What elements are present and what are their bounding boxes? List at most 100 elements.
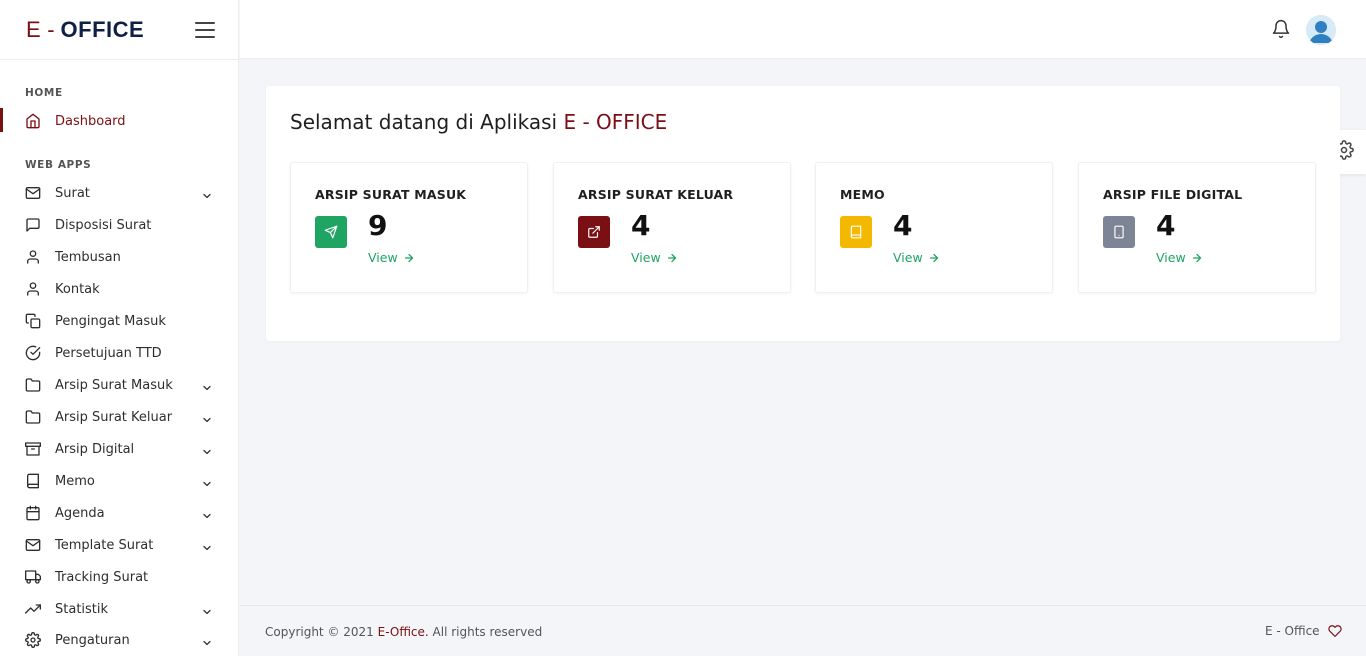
copyright-text: Copyright © 2021 E-Office. All rights re… bbox=[265, 625, 542, 639]
stat-card-arsip-surat-keluar: ARSIP SURAT KELUAR 4 View bbox=[553, 162, 791, 293]
calendar-icon bbox=[25, 505, 41, 521]
tablet-icon bbox=[1103, 216, 1135, 248]
stat-card-arsip-surat-masuk: ARSIP SURAT MASUK 9 View bbox=[290, 162, 528, 293]
archive-icon bbox=[25, 441, 41, 457]
sidebar-item-surat[interactable]: Surat bbox=[0, 177, 239, 209]
stat-title: ARSIP SURAT KELUAR bbox=[578, 187, 734, 202]
sidebar-item-arsip-surat-keluar[interactable]: Arsip Surat Keluar bbox=[0, 401, 239, 433]
sidebar-item-label: Pengaturan bbox=[55, 632, 130, 648]
chevron-down-icon bbox=[201, 443, 213, 455]
view-link[interactable]: View bbox=[1156, 250, 1203, 265]
send-icon bbox=[315, 216, 347, 248]
message-square-icon bbox=[25, 217, 41, 233]
stat-title: ARSIP FILE DIGITAL bbox=[1103, 187, 1243, 202]
sidebar-item-kontak[interactable]: Kontak bbox=[0, 273, 239, 305]
sidebar-item-template-surat[interactable]: Template Surat bbox=[0, 529, 239, 561]
bell-icon[interactable] bbox=[1271, 19, 1291, 39]
view-link[interactable]: View bbox=[893, 250, 940, 265]
book-icon bbox=[840, 216, 872, 248]
copyright-prefix: Copyright © 2021 bbox=[265, 625, 378, 639]
sidebar-item-label: Statistik bbox=[55, 601, 109, 617]
sidebar-item-label: Tracking Surat bbox=[55, 569, 149, 585]
stat-card-memo: MEMO 4 View bbox=[815, 162, 1053, 293]
menu-heading-home: HOME bbox=[25, 87, 63, 99]
chevron-down-icon bbox=[201, 507, 213, 519]
sidebar-item-label: Tembusan bbox=[55, 249, 121, 265]
check-circle-icon bbox=[25, 345, 41, 361]
brand-e: E bbox=[26, 16, 42, 42]
footer: Copyright © 2021 E-Office. All rights re… bbox=[240, 605, 1366, 656]
sidebar-item-label: Pengingat Masuk bbox=[55, 313, 166, 329]
footer-brand-text: E - Office bbox=[1265, 624, 1320, 638]
trending-up-icon bbox=[25, 601, 41, 617]
sidebar-item-arsip-digital[interactable]: Arsip Digital bbox=[0, 433, 239, 465]
user-icon bbox=[25, 281, 41, 297]
mail-icon bbox=[25, 185, 41, 201]
brand-divider bbox=[0, 59, 239, 60]
sidebar-item-label: Agenda bbox=[55, 505, 105, 521]
brand-dash: - bbox=[47, 16, 55, 42]
view-link-label: View bbox=[1156, 250, 1186, 265]
sidebar-item-label: Arsip Digital bbox=[55, 441, 135, 457]
welcome-prefix: Selamat datang di Aplikasi bbox=[290, 110, 564, 134]
chevron-down-icon bbox=[201, 539, 213, 551]
user-icon bbox=[25, 249, 41, 265]
welcome-card: Selamat datang di Aplikasi E - OFFICE AR… bbox=[266, 86, 1340, 341]
view-link-label: View bbox=[893, 250, 923, 265]
chevron-down-icon bbox=[201, 187, 213, 199]
avatar[interactable] bbox=[1306, 15, 1336, 45]
view-link[interactable]: View bbox=[631, 250, 678, 265]
book-icon bbox=[25, 473, 41, 489]
arrow-right-icon bbox=[929, 253, 938, 262]
sidebar-item-arsip-surat-masuk[interactable]: Arsip Surat Masuk bbox=[0, 369, 239, 401]
heart-icon bbox=[1327, 625, 1342, 637]
stat-count: 4 bbox=[631, 209, 651, 242]
arrow-right-icon bbox=[1192, 253, 1201, 262]
sidebar-item-persetujuan-ttd[interactable]: Persetujuan TTD bbox=[0, 337, 239, 369]
sidebar-item-agenda[interactable]: Agenda bbox=[0, 497, 239, 529]
sidebar-item-label: Persetujuan TTD bbox=[55, 345, 162, 361]
copyright-link[interactable]: E-Office. bbox=[378, 625, 429, 639]
welcome-brand: E - OFFICE bbox=[563, 110, 668, 134]
hamburger-menu-icon[interactable] bbox=[195, 22, 215, 38]
sidebar-item-label: Surat bbox=[55, 185, 90, 201]
arrow-right-icon bbox=[404, 253, 413, 262]
sidebar: E - OFFICE HOME Dashboard WEB APPS Surat… bbox=[0, 0, 239, 656]
footer-brand: E - Office bbox=[1265, 624, 1342, 638]
page-title: Selamat datang di Aplikasi E - OFFICE bbox=[290, 110, 667, 134]
sidebar-item-label: Arsip Surat Masuk bbox=[55, 377, 173, 393]
menu-heading-webapps: WEB APPS bbox=[25, 159, 92, 171]
truck-icon bbox=[24, 569, 41, 585]
view-link[interactable]: View bbox=[368, 250, 415, 265]
sidebar-item-pengaturan[interactable]: Pengaturan bbox=[0, 624, 239, 656]
chevron-down-icon bbox=[201, 411, 213, 423]
sidebar-item-label: Disposisi Surat bbox=[55, 217, 152, 233]
topbar bbox=[240, 0, 1366, 59]
stat-title: ARSIP SURAT MASUK bbox=[315, 187, 467, 202]
sidebar-item-statistik[interactable]: Statistik bbox=[0, 593, 239, 625]
copyright-suffix: All rights reserved bbox=[428, 625, 543, 639]
sidebar-item-label: Template Surat bbox=[55, 537, 154, 553]
stat-count: 4 bbox=[1156, 209, 1176, 242]
chevron-down-icon bbox=[201, 475, 213, 487]
settings-icon bbox=[25, 632, 41, 648]
sidebar-item-disposisi-surat[interactable]: Disposisi Surat bbox=[0, 209, 239, 241]
stat-card-arsip-file-digital: ARSIP FILE DIGITAL 4 View bbox=[1078, 162, 1316, 293]
sidebar-item-dashboard[interactable]: Dashboard bbox=[0, 105, 239, 137]
stat-count: 9 bbox=[368, 209, 388, 242]
external-link-icon bbox=[578, 216, 610, 248]
mail-icon bbox=[25, 537, 41, 553]
stat-title: MEMO bbox=[840, 187, 885, 202]
sidebar-item-pengingat-masuk[interactable]: Pengingat Masuk bbox=[0, 305, 239, 337]
home-icon bbox=[25, 113, 41, 129]
sidebar-item-label: Arsip Surat Keluar bbox=[55, 409, 173, 425]
sidebar-item-label: Dashboard bbox=[55, 113, 126, 129]
sidebar-item-tembusan[interactable]: Tembusan bbox=[0, 241, 239, 273]
sidebar-item-memo[interactable]: Memo bbox=[0, 465, 239, 497]
copy-icon bbox=[25, 313, 41, 329]
sidebar-item-label: Memo bbox=[55, 473, 95, 489]
brand-office: OFFICE bbox=[60, 16, 145, 42]
view-link-label: View bbox=[631, 250, 661, 265]
sidebar-item-tracking-surat[interactable]: Tracking Surat bbox=[0, 561, 239, 593]
folder-icon bbox=[25, 377, 41, 393]
